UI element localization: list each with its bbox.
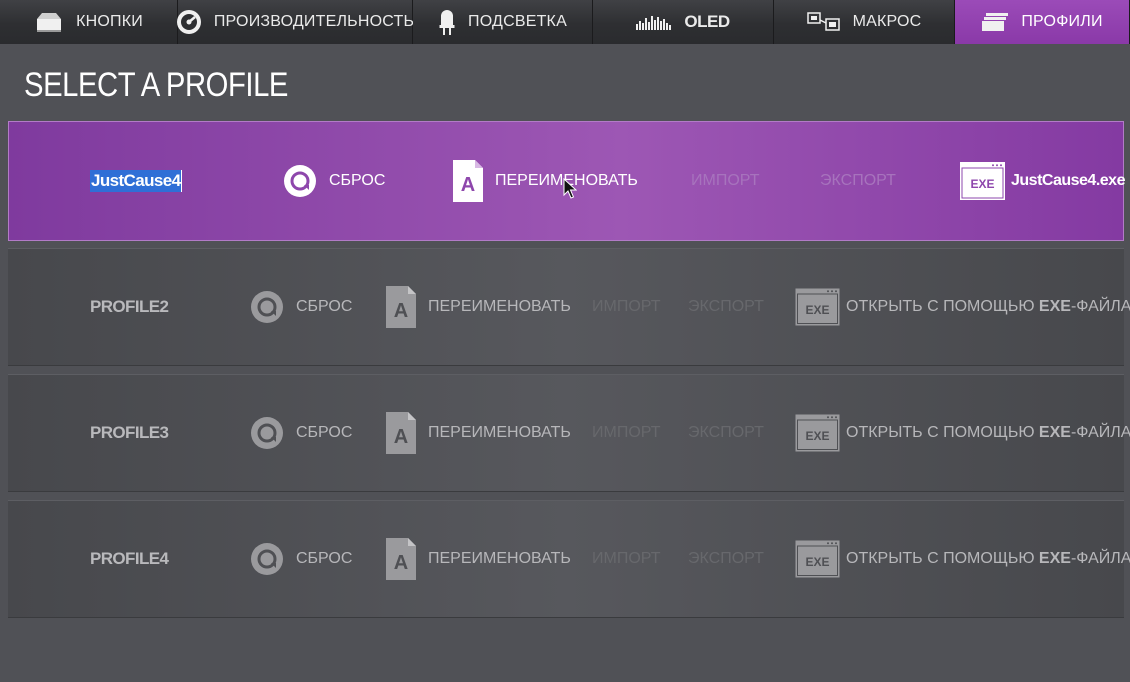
gauge-icon [176, 9, 202, 35]
import-button[interactable]: ИМПОРТ [592, 550, 661, 568]
reset-button[interactable]: СБРОС [250, 542, 352, 576]
tab-buttons[interactable]: КНОПКИ [0, 0, 178, 44]
svg-text:A: A [394, 552, 408, 574]
mouse-cursor-icon [563, 178, 577, 199]
exe-badge-text: EXE [970, 177, 994, 191]
exe-file-icon: EXE [795, 288, 840, 326]
rename-label: ПЕРЕИМЕНОВАТЬ [428, 550, 571, 567]
exe-label: ОТКРЫТЬ С ПОМОЩЬЮ EXE-ФАЙЛА [846, 550, 1130, 567]
reset-label: СБРОС [296, 550, 353, 567]
tab-label: OLED [684, 12, 730, 31]
led-icon [438, 8, 456, 36]
reset-label: СБРОС [296, 424, 353, 441]
rename-icon: A [386, 538, 416, 580]
profile-row-2[interactable]: PROFILE2 СБРОС A ПЕРЕИМЕНОВАТЬ ИМПОРТ ЭК… [8, 248, 1130, 366]
export-button[interactable]: ЭКСПОРТ [688, 550, 764, 568]
reset-label: СБРОС [296, 298, 353, 315]
rename-label: ПЕРЕИМЕНОВАТЬ [428, 424, 571, 441]
tab-label: ПРОИЗВОДИТЕЛЬНОСТЬ [213, 13, 415, 30]
top-tab-bar: КНОПКИ ПРОИЗВОДИТЕЛЬНОСТЬ ПОДСВЕТКА OLED… [0, 0, 1130, 44]
profile-name: PROFILE3 [90, 423, 169, 442]
tab-label: КНОПКИ [76, 13, 143, 30]
reset-label: СБРОС [329, 172, 386, 189]
profile-row-3[interactable]: PROFILE3 СБРОС A ПЕРЕИМЕНОВАТЬ ИМПОРТ ЭК… [8, 374, 1130, 492]
oled-bars-icon [636, 14, 672, 30]
reset-icon [251, 543, 283, 575]
reset-icon [251, 417, 283, 449]
exe-file-icon: EXE [795, 540, 840, 578]
svg-text:A: A [394, 300, 408, 322]
exe-badge-text: EXE [805, 429, 829, 443]
rename-icon: A [453, 160, 483, 202]
profile-name: PROFILE2 [90, 297, 169, 316]
tab-macro[interactable]: МАКРОС [774, 0, 955, 44]
import-button[interactable]: ИМПОРТ [691, 172, 760, 190]
exe-file-icon: EXE [960, 162, 1005, 200]
tab-label: ПРОФИЛИ [1021, 13, 1103, 30]
reset-button[interactable]: СБРОС [250, 416, 352, 450]
rename-button[interactable]: A ПЕРЕИМЕНОВАТЬ [453, 160, 638, 202]
exe-button[interactable]: EXE ОТКРЫТЬ С ПОМОЩЬЮ EXE-ФАЙЛА [795, 540, 1130, 578]
tab-lighting[interactable]: ПОДСВЕТКА [413, 0, 593, 44]
exe-file-icon: EXE [795, 414, 840, 452]
reset-icon [251, 291, 283, 323]
import-button[interactable]: ИМПОРТ [592, 298, 661, 316]
tab-profiles[interactable]: ПРОФИЛИ [955, 0, 1130, 44]
exe-button[interactable]: EXE JustCause4.exe [960, 162, 1125, 200]
tab-performance[interactable]: ПРОИЗВОДИТЕЛЬНОСТЬ [176, 0, 415, 44]
svg-text:A: A [394, 426, 408, 448]
rename-icon: A [386, 412, 416, 454]
profile-name: PROFILE4 [90, 549, 169, 568]
rename-label: ПЕРЕИМЕНОВАТЬ [428, 298, 571, 315]
profiles-icon [981, 12, 1009, 32]
reset-icon [284, 165, 316, 197]
rename-button[interactable]: A ПЕРЕИМЕНОВАТЬ [386, 412, 571, 454]
import-button[interactable]: ИМПОРТ [592, 424, 661, 442]
tab-label: МАКРОС [852, 13, 922, 30]
exe-label: JustCause4.exe [1011, 172, 1125, 189]
exe-button[interactable]: EXE ОТКРЫТЬ С ПОМОЩЬЮ EXE-ФАЙЛА [795, 414, 1130, 452]
profile-row-4[interactable]: PROFILE4 СБРОС A ПЕРЕИМЕНОВАТЬ ИМПОРТ ЭК… [8, 500, 1130, 618]
svg-text:A: A [461, 174, 475, 196]
export-button[interactable]: ЭКСПОРТ [688, 424, 764, 442]
tab-oled[interactable]: OLED [593, 0, 774, 44]
exe-badge-text: EXE [805, 303, 829, 317]
export-button[interactable]: ЭКСПОРТ [688, 298, 764, 316]
tab-label: ПОДСВЕТКА [468, 13, 567, 30]
rename-icon: A [386, 286, 416, 328]
page-title: SELECT A PROFILE [24, 66, 288, 104]
exe-badge-text: EXE [805, 555, 829, 569]
macro-icon [806, 10, 841, 34]
exe-button[interactable]: EXE ОТКРЫТЬ С ПОМОЩЬЮ EXE-ФАЙЛА [795, 288, 1130, 326]
reset-button[interactable]: СБРОС [250, 290, 352, 324]
rename-button[interactable]: A ПЕРЕИМЕНОВАТЬ [386, 538, 571, 580]
profile-name-input[interactable]: JustCause4 [90, 170, 183, 192]
export-button[interactable]: ЭКСПОРТ [820, 172, 896, 190]
exe-label: ОТКРЫТЬ С ПОМОЩЬЮ EXE-ФАЙЛА [846, 298, 1130, 315]
keyboard-icon [34, 10, 64, 34]
rename-button[interactable]: A ПЕРЕИМЕНОВАТЬ [386, 286, 571, 328]
reset-button[interactable]: СБРОС [283, 164, 385, 198]
exe-label: ОТКРЫТЬ С ПОМОЩЬЮ EXE-ФАЙЛА [846, 424, 1130, 441]
